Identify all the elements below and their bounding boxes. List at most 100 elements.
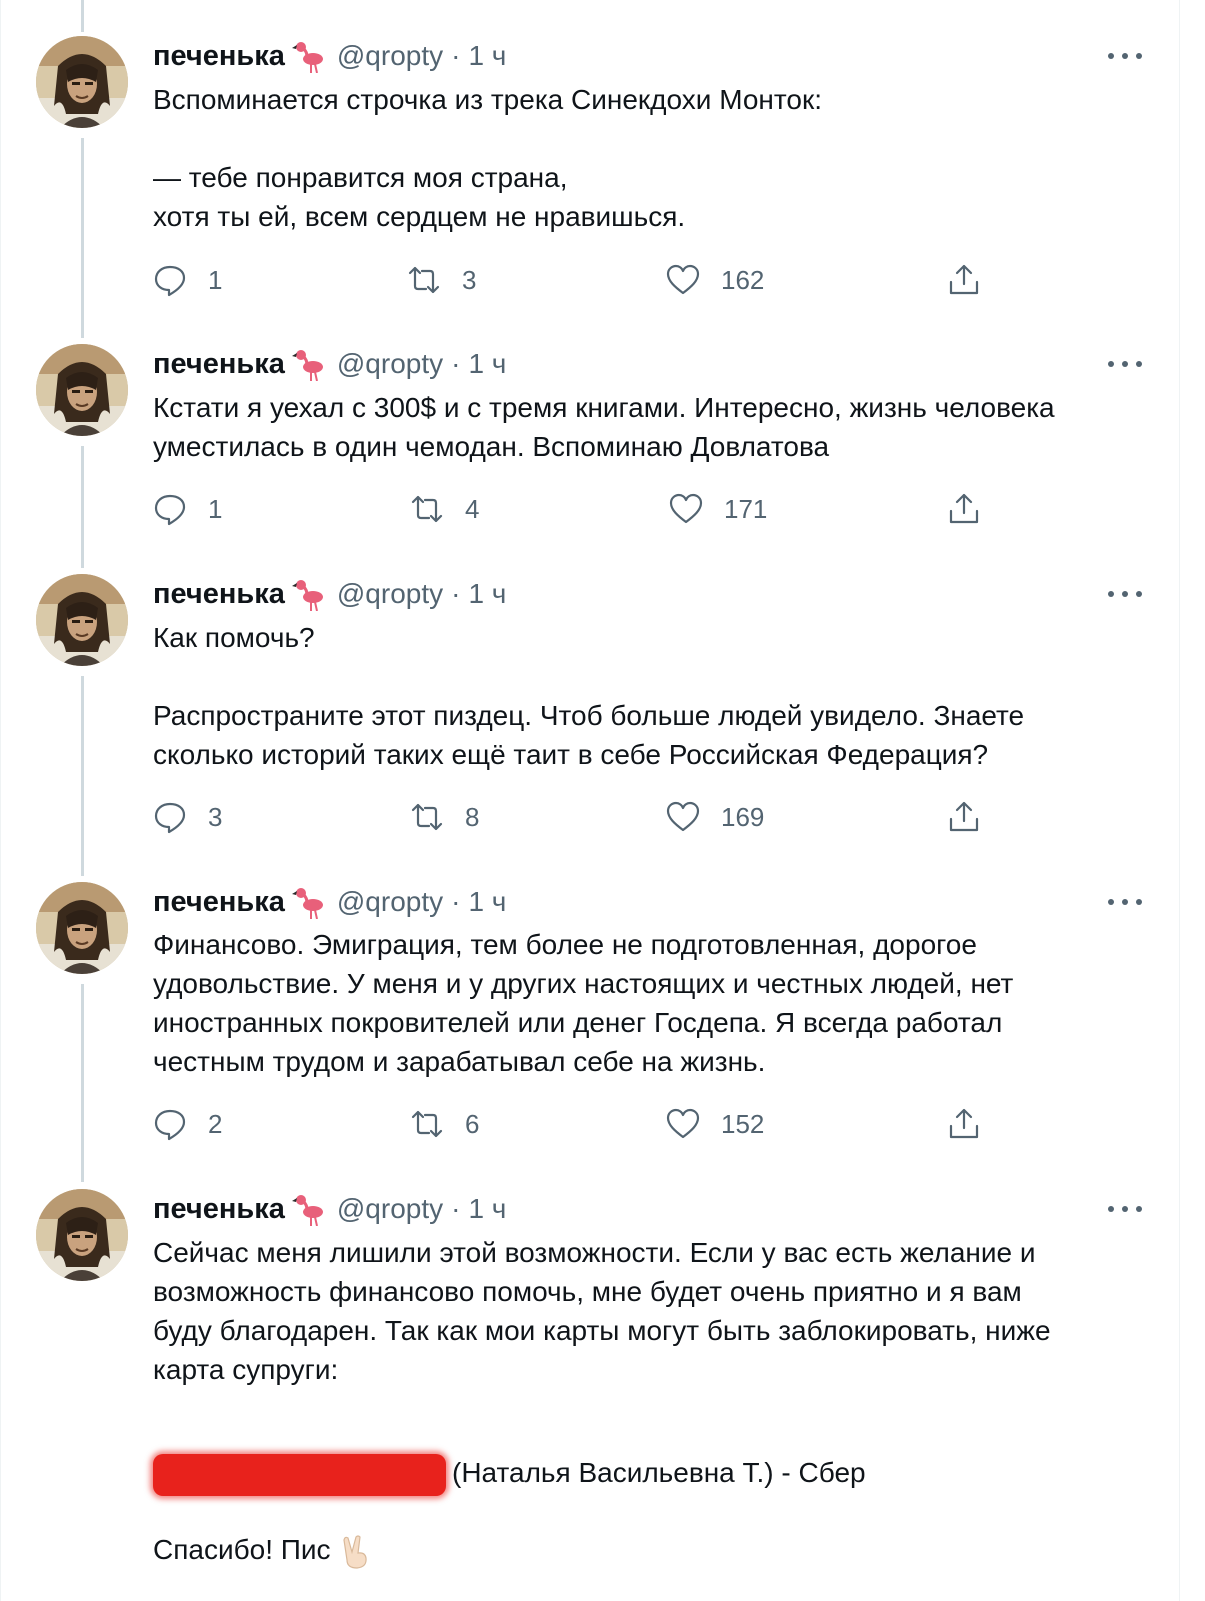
- retweet-button[interactable]: 4: [409, 491, 479, 527]
- reply-count: 1: [208, 264, 223, 295]
- closing-line: Спасибо! Пис: [153, 1530, 373, 1570]
- avatar[interactable]: [36, 344, 128, 436]
- flamingo-icon: [290, 886, 325, 919]
- author-name[interactable]: печенька: [153, 886, 285, 919]
- tweet-time[interactable]: 1 ч: [468, 578, 506, 610]
- tweet-actions: 3 8 169: [0, 799, 1180, 839]
- share-button[interactable]: [946, 262, 982, 298]
- closing-text: Спасибо! Пис: [153, 1534, 331, 1565]
- author-handle[interactable]: @qropty: [337, 578, 443, 610]
- more-icon[interactable]: [1108, 584, 1142, 604]
- reply-button[interactable]: 3: [152, 799, 222, 835]
- tweet-header: печенька @qropty · 1 ч: [153, 1191, 506, 1227]
- flamingo-icon: [290, 578, 325, 611]
- more-icon[interactable]: [1108, 1199, 1142, 1219]
- tweet-actions: 1 4 171: [0, 491, 1180, 531]
- share-button[interactable]: [946, 799, 982, 835]
- share-button[interactable]: [946, 1106, 982, 1142]
- tweet-time[interactable]: 1 ч: [468, 886, 506, 918]
- thread-line: [81, 0, 84, 32]
- share-icon: [949, 493, 979, 524]
- retweet-icon: [411, 495, 443, 523]
- separator-dot: ·: [451, 578, 461, 609]
- avatar[interactable]: [36, 882, 128, 974]
- avatar[interactable]: [36, 36, 128, 128]
- like-button[interactable]: 152: [665, 1106, 764, 1142]
- author-name[interactable]: печенька: [153, 1193, 285, 1226]
- retweet-count: 4: [465, 493, 480, 524]
- tweet-actions: 2 6 152: [0, 1106, 1180, 1146]
- retweet-icon: [411, 1110, 443, 1138]
- author-name[interactable]: печенька: [153, 40, 285, 73]
- author-name[interactable]: печенька: [153, 348, 285, 381]
- flamingo-icon: [290, 348, 325, 381]
- like-count: 169: [721, 801, 765, 832]
- reply-count: 1: [208, 493, 223, 524]
- reply-button[interactable]: 1: [152, 262, 222, 298]
- retweet-count: 6: [465, 1108, 480, 1139]
- retweet-button[interactable]: 8: [409, 799, 479, 835]
- separator-dot: ·: [451, 1193, 461, 1224]
- heart-icon: [666, 801, 700, 832]
- tweet-text: Вспоминается строчка из трека Синекдохи …: [153, 84, 822, 232]
- author-handle[interactable]: @qropty: [337, 886, 443, 918]
- like-count: 171: [724, 493, 768, 524]
- share-icon: [949, 1108, 979, 1139]
- thread-line: [81, 676, 84, 876]
- reply-count: 2: [208, 1108, 223, 1139]
- retweet-count: 8: [465, 801, 480, 832]
- flamingo-icon: [290, 40, 325, 73]
- avatar[interactable]: [36, 1189, 128, 1281]
- flamingo-icon: [290, 1193, 325, 1226]
- separator-dot: ·: [451, 886, 461, 917]
- author-handle[interactable]: @qropty: [337, 348, 443, 380]
- separator-dot: ·: [451, 40, 461, 71]
- tweet-header: печенька @qropty · 1 ч: [153, 884, 506, 920]
- more-icon[interactable]: [1108, 892, 1142, 912]
- victory-hand-icon: [342, 1535, 367, 1569]
- more-icon[interactable]: [1108, 46, 1142, 66]
- tweet-header: печенька @qropty · 1 ч: [153, 38, 506, 74]
- like-count: 152: [721, 1108, 765, 1139]
- retweet-count: 3: [462, 264, 477, 295]
- like-count: 162: [721, 264, 765, 295]
- more-icon[interactable]: [1108, 354, 1142, 374]
- share-icon: [949, 264, 979, 295]
- separator-dot: ·: [451, 348, 461, 379]
- card-line: (Наталья Васильевна Т.) - Сбер: [153, 1453, 866, 1496]
- thread-line: [81, 138, 84, 338]
- tweet-header: печенька @qropty · 1 ч: [153, 576, 506, 612]
- tweet-text: Сейчас меня лишили этой возможности. Есл…: [153, 1237, 1051, 1385]
- reply-icon: [154, 265, 186, 297]
- tweet-actions: 1 3 162: [0, 262, 1180, 302]
- reply-icon: [154, 1109, 186, 1141]
- author-handle[interactable]: @qropty: [337, 1193, 443, 1225]
- like-button[interactable]: 162: [665, 262, 764, 298]
- heart-icon: [666, 264, 700, 295]
- retweet-icon: [408, 266, 440, 294]
- tweet-header: печенька @qropty · 1 ч: [153, 346, 506, 382]
- tweet-time[interactable]: 1 ч: [468, 40, 506, 72]
- like-button[interactable]: 169: [665, 799, 764, 835]
- avatar[interactable]: [36, 574, 128, 666]
- retweet-button[interactable]: 3: [406, 262, 476, 298]
- tweet-text: Кстати я уехал с 300$ и с тремя книгами.…: [153, 392, 1055, 462]
- tweet-text: Как помочь? Распространите этот пиздец. …: [153, 622, 1025, 770]
- card-owner: (Наталья Васильевна Т.) - Сбер: [452, 1457, 866, 1488]
- tweet-text: Финансово. Эмиграция, тем более не подго…: [153, 929, 1014, 1077]
- like-button[interactable]: 171: [668, 491, 767, 527]
- reply-count: 3: [208, 801, 223, 832]
- author-handle[interactable]: @qropty: [337, 40, 443, 72]
- tweet-time[interactable]: 1 ч: [468, 1193, 506, 1225]
- redacted-card-number: [153, 1453, 446, 1496]
- heart-icon: [669, 493, 703, 524]
- share-icon: [949, 801, 979, 832]
- tweet-time[interactable]: 1 ч: [468, 348, 506, 380]
- reply-icon: [154, 802, 186, 834]
- retweet-button[interactable]: 6: [409, 1106, 479, 1142]
- share-button[interactable]: [946, 491, 982, 527]
- thread-line: [81, 984, 84, 1182]
- reply-button[interactable]: 1: [152, 491, 222, 527]
- reply-button[interactable]: 2: [152, 1106, 222, 1142]
- author-name[interactable]: печенька: [153, 578, 285, 611]
